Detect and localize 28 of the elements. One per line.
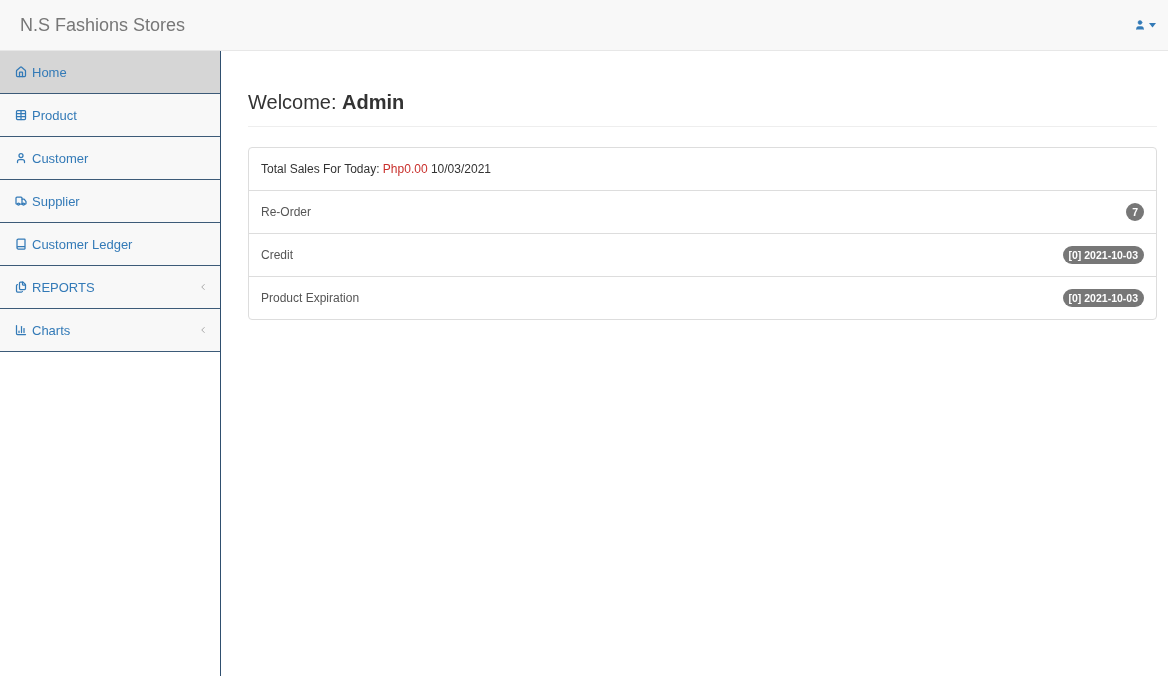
count-badge: [0] 2021-10-03 bbox=[1062, 246, 1144, 264]
sidebar-item[interactable]: Home bbox=[0, 51, 220, 94]
count-badge: [0] 2021-10-03 bbox=[1062, 289, 1144, 307]
documents-icon bbox=[15, 281, 27, 293]
user-icon bbox=[1134, 19, 1146, 31]
sidebar-item[interactable]: Charts bbox=[0, 309, 220, 352]
count-badge: 7 bbox=[1126, 203, 1144, 221]
sidebar-item[interactable]: Supplier bbox=[0, 180, 220, 223]
home-icon bbox=[15, 66, 27, 78]
book-icon bbox=[15, 238, 27, 250]
caret-icon bbox=[1149, 22, 1156, 28]
brand-name[interactable]: N.S Fashions Stores bbox=[20, 14, 186, 36]
sidebar-item[interactable]: Customer Ledger bbox=[0, 223, 220, 266]
chevron-left-icon bbox=[198, 325, 208, 335]
welcome-heading: Welcome: Admin bbox=[248, 91, 1157, 127]
table-icon bbox=[15, 109, 27, 121]
truck-icon bbox=[15, 195, 27, 207]
chevron-left-icon bbox=[198, 282, 208, 292]
row-label: Product Expiration bbox=[261, 291, 360, 305]
user-icon bbox=[15, 152, 27, 164]
sidebar-item[interactable]: REPORTS bbox=[0, 266, 220, 309]
sidebar-item[interactable]: Customer bbox=[0, 137, 220, 180]
row-label: Re-Order bbox=[261, 205, 311, 219]
row-label: Credit bbox=[261, 248, 293, 262]
sidebar-item[interactable]: Product bbox=[0, 94, 220, 137]
bar-chart-icon bbox=[15, 324, 27, 336]
user-menu[interactable] bbox=[1134, 19, 1156, 31]
total-sales-text: Total Sales For Today: Php0.00 10/03/2021 bbox=[261, 162, 491, 176]
